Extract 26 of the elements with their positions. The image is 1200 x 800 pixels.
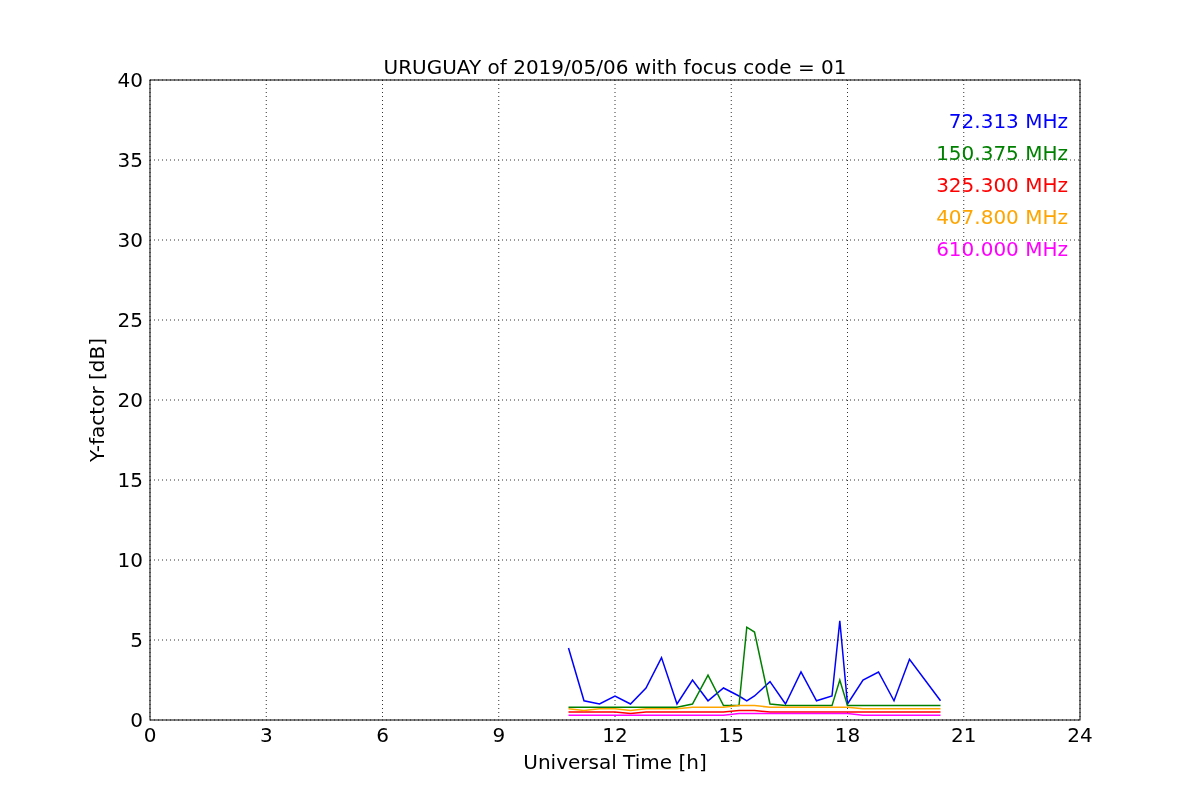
x-tick-label: 15 (718, 723, 744, 747)
y-tick-label: 10 (117, 548, 143, 572)
y-tick-label: 35 (117, 148, 143, 172)
y-tick-label: 25 (117, 308, 143, 332)
x-tick-label: 0 (143, 723, 157, 747)
x-tick-label: 18 (834, 723, 861, 747)
legend-label: 150.375 MHz (936, 141, 1068, 165)
legend-label: 610.000 MHz (936, 237, 1068, 261)
y-tick-label: 40 (117, 68, 143, 92)
y-tick-label: 15 (117, 468, 143, 492)
y-tick-label: 20 (117, 388, 143, 412)
x-tick-label: 6 (376, 723, 389, 747)
legend-label: 325.300 MHz (936, 173, 1068, 197)
y-tick-label: 0 (130, 708, 143, 732)
x-tick-label: 9 (492, 723, 506, 747)
legend-label: 72.313 MHz (948, 109, 1068, 133)
x-tick-label: 3 (259, 723, 273, 747)
y-tick-label: 30 (117, 228, 143, 252)
chart-title: URUGUAY of 2019/05/06 with focus code = 01 (383, 55, 847, 79)
legend-label: 407.800 MHz (936, 205, 1068, 229)
y-tick-label: 5 (130, 628, 143, 652)
x-tick-label: 12 (602, 723, 628, 747)
x-tick-label: 21 (951, 723, 977, 747)
x-tick-label: 24 (1067, 723, 1093, 747)
y-axis-label: Y-factor [dB] (85, 338, 109, 462)
x-axis-label: Universal Time [h] (523, 750, 707, 774)
